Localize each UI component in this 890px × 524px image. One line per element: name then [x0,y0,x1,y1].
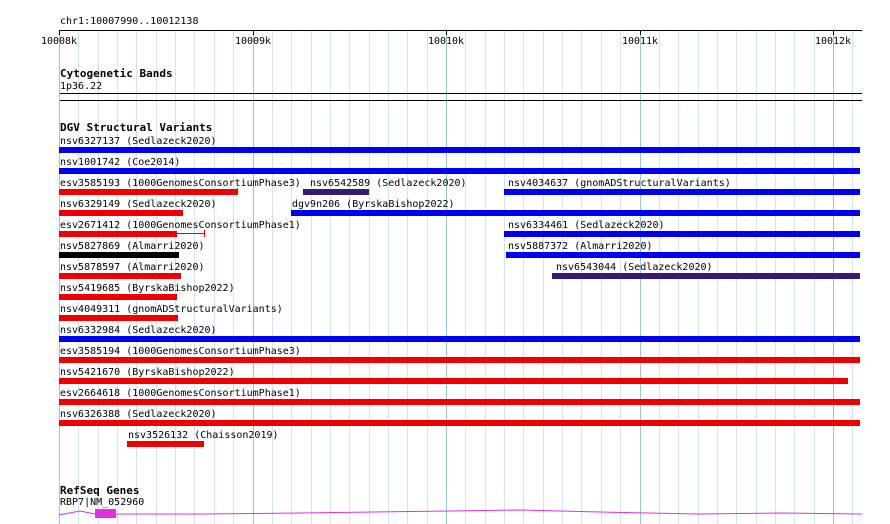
variant-label: nsv4034637 (gnomADStructuralVariants) [508,178,731,189]
cytoband-track-title[interactable]: Cytogenetic Bands [60,68,173,80]
grid-line [272,30,273,524]
cytoband-bar-top [60,93,862,94]
grid-line [543,30,544,524]
variant-label: nsv5887372 (Almarri2020) [508,241,653,252]
grid-line [369,30,370,524]
genome-browser-view: chr1:10007990..10012138 10008k 10009k 1001… [0,0,890,524]
ruler-tick [59,30,60,35]
variant-whisker [59,233,204,234]
variant-bar[interactable] [303,189,369,195]
variant-bar[interactable] [127,441,204,447]
gene-intron-line [58,509,863,516]
variant-label: nsv6332984 (Sedlazeck2020) [60,325,217,336]
variant-label: nsv5827869 (Almarri2020) [60,241,205,252]
variant-bar[interactable] [504,231,860,237]
variant-bar[interactable] [59,336,860,342]
variant-label: esv3585194 (1000GenomesConsortiumPhase3) [60,346,301,357]
variant-label: nsv1001742 (Coe2014) [60,157,181,168]
ruler-tick-label: 10009k [234,36,272,47]
ruler-tick-label: 10012k [814,36,852,47]
ruler-tick-label: 10010k [427,36,465,47]
variant-bar[interactable] [59,189,237,195]
variant-bar[interactable] [59,231,177,237]
variant-bar[interactable] [59,294,177,300]
location-label: chr1:10007990..10012138 [60,16,199,27]
ruler-tick [446,30,447,35]
grid-line [214,30,215,524]
grid-line [504,30,505,524]
variant-label: esv2671412 (1000GenomesConsortiumPhase1) [60,220,301,231]
grid-line [427,30,428,524]
refseq-track-title[interactable]: RefSeq Genes [60,485,139,497]
variant-bar[interactable] [291,210,860,216]
variant-label: nsv6329149 (Sedlazeck2020) [60,199,217,210]
variant-bar[interactable] [59,357,860,363]
dgv-track-title[interactable]: DGV Structural Variants [60,122,212,134]
variant-label: nsv5421670 (ByrskaBishop2022) [60,367,235,378]
variant-whisker-cap [237,188,238,195]
grid-line [253,30,254,524]
ruler-tick-label: 10008k [40,36,78,47]
variant-label: nsv6542589 (Sedlazeck2020) [310,178,467,189]
variant-label: nsv3526132 (Chaisson2019) [128,430,279,441]
grid-line [291,30,292,524]
variant-bar[interactable] [504,189,860,195]
ruler-tick [833,30,834,35]
cytoband-bar-bottom [60,100,862,101]
variant-bar[interactable] [59,168,860,174]
variant-bar[interactable] [59,210,183,216]
variant-label: nsv5878597 (Almarri2020) [60,262,205,273]
variant-label: nsv6327137 (Sedlazeck2020) [60,136,217,147]
grid-line [407,30,408,524]
ruler-tick-label: 10011k [621,36,659,47]
grid-line [194,30,195,524]
refseq-gene-model[interactable] [0,505,890,524]
grid-line [523,30,524,524]
cytoband-label: 1p36.22 [60,81,103,92]
variant-bar[interactable] [59,420,860,426]
variant-label: dgv9n206 (ByrskaBishop2022) [292,199,455,210]
grid-line [388,30,389,524]
variant-bar[interactable] [59,252,179,258]
variant-bar[interactable] [59,399,860,405]
variant-label: nsv6334461 (Sedlazeck2020) [508,220,665,231]
variant-label: esv3585193 (1000GenomesConsortiumPhase3) [60,178,301,189]
ruler-line [60,30,862,31]
variant-bar[interactable] [59,273,181,279]
variant-bar[interactable] [59,378,848,384]
grid-line [311,30,312,524]
variant-label: nsv4049311 (gnomADStructuralVariants) [60,304,283,315]
variant-bar[interactable] [59,147,860,153]
grid-line [330,30,331,524]
variant-whisker-cap [204,230,205,237]
variant-label: nsv6543044 (Sedlazeck2020) [556,262,713,273]
variant-bar[interactable] [506,252,860,258]
grid-line [233,30,234,524]
grid-line [485,30,486,524]
variant-bar[interactable] [552,273,860,279]
variant-whisker [59,191,237,192]
variant-label: nsv6326388 (Sedlazeck2020) [60,409,217,420]
variant-label: esv2664618 (1000GenomesConsortiumPhase1) [60,388,301,399]
ruler-tick [640,30,641,35]
grid-line [446,30,447,524]
grid-line [349,30,350,524]
gene-exon [95,509,116,518]
variant-bar[interactable] [59,315,178,321]
grid-line [465,30,466,524]
ruler-tick [253,30,254,35]
variant-label: nsv5419685 (ByrskaBishop2022) [60,283,235,294]
